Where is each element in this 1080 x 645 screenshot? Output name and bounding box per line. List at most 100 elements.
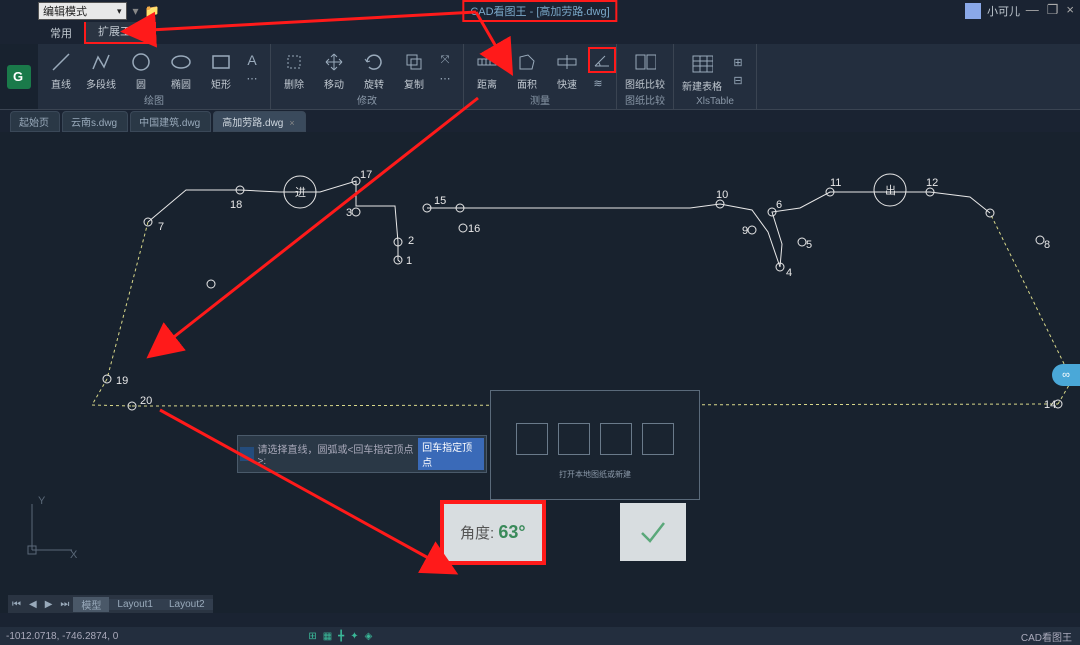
preview-caption: 打开本地图纸或新建: [491, 469, 699, 480]
svg-text:19: 19: [116, 375, 128, 387]
thumb-4[interactable]: [642, 423, 674, 455]
svg-text:12: 12: [926, 177, 938, 189]
tool-quick-measure[interactable]: 快速: [548, 46, 586, 92]
panel-label-xls: XlsTable: [696, 96, 734, 109]
svg-text:10: 10: [716, 189, 728, 201]
svg-text:6: 6: [776, 199, 782, 211]
document-tabs: 起始页 云南s.dwg 中国建筑.dwg 高加劳路.dwg×: [0, 110, 1080, 132]
thumb-3[interactable]: [600, 423, 632, 455]
svg-text:2: 2: [408, 235, 414, 247]
command-prompt: 请选择直线，圆弧或<回车指定顶点>:: [258, 441, 417, 467]
doc-tab-active[interactable]: 高加劳路.dwg×: [213, 111, 305, 132]
thumb-2[interactable]: [558, 423, 590, 455]
angle-result-box: 角度: 63°: [440, 500, 546, 565]
tool-more[interactable]: ⋯: [242, 70, 262, 86]
layout-tab-model[interactable]: 模型: [73, 597, 109, 612]
grid-toggle[interactable]: ▦: [323, 631, 332, 642]
mode-dropdown[interactable]: 编辑模式 ▾: [38, 2, 127, 20]
tool-rotate[interactable]: 旋转: [355, 46, 393, 92]
minimize-button[interactable]: —: [1026, 2, 1039, 18]
status-brand: CAD看图王: [1021, 629, 1072, 644]
angle-icon: [591, 49, 613, 71]
statusbar: -1012.0718, -746.2874, 0 ⊞ ▦ ╋ ✦ ◈ CAD看图…: [0, 627, 1080, 645]
command-input[interactable]: 请选择直线，圆弧或<回车指定顶点>: 回车指定顶点: [237, 435, 487, 473]
avatar: [965, 3, 981, 19]
angle-label: 角度:: [460, 525, 494, 542]
angle-value: 63°: [498, 522, 525, 542]
rotate-icon: [363, 51, 385, 73]
panel-label-modify: 修改: [357, 92, 377, 109]
polar-toggle[interactable]: ✦: [350, 631, 358, 642]
tool-move[interactable]: 移动: [315, 46, 353, 92]
titlebar: 编辑模式 ▾ ▾ 📁 CAD看图王 - [高加劳路.dwg] 小可儿 — ❐ ×: [0, 0, 1080, 22]
close-button[interactable]: ×: [1066, 2, 1074, 18]
close-icon[interactable]: ×: [289, 118, 294, 128]
side-collab-icon[interactable]: ∞: [1052, 364, 1080, 386]
doc-tab-1[interactable]: 云南s.dwg: [62, 111, 128, 132]
user-area[interactable]: 小可儿: [965, 3, 1020, 19]
thumb-1[interactable]: [516, 423, 548, 455]
restore-button[interactable]: ❐: [1047, 2, 1059, 18]
tool-polyline[interactable]: 多段线: [82, 46, 120, 92]
osnap-toggle[interactable]: ◈: [365, 631, 373, 642]
layout-tabs: ⏮ ◀ ▶ ⏭ 模型 Layout1 Layout2: [8, 595, 213, 613]
modify-sm1[interactable]: ⤧: [435, 52, 455, 68]
svg-text:3: 3: [346, 207, 352, 219]
check-icon: [638, 517, 668, 547]
confirm-button[interactable]: [620, 503, 686, 561]
svg-text:9: 9: [742, 225, 748, 237]
xls-sm2[interactable]: ⊟: [728, 72, 748, 88]
command-icon: [240, 447, 254, 461]
layout-last[interactable]: ⏭: [56, 599, 73, 610]
polyline-icon: [90, 51, 112, 73]
status-toggles: ⊞ ▦ ╋ ✦ ◈: [308, 631, 372, 642]
tool-text[interactable]: A: [242, 52, 262, 68]
preview-panel: 打开本地图纸或新建: [490, 390, 700, 500]
rectangle-icon: [210, 51, 232, 73]
tool-circle[interactable]: 圆: [122, 46, 160, 92]
logo-icon: [7, 65, 31, 89]
modify-sm2[interactable]: ⋯: [435, 70, 455, 86]
svg-text:7: 7: [158, 221, 164, 233]
window-controls: — ❐ ×: [1026, 2, 1074, 18]
layout-first[interactable]: ⏮: [8, 599, 25, 610]
panel-modify: 删除 移动 旋转 复制 ⤧ ⋯ 修改: [271, 44, 464, 109]
tool-ellipse[interactable]: 椭圆: [162, 46, 200, 92]
xls-sm1[interactable]: ⊞: [728, 54, 748, 70]
qat-dropdown-icon[interactable]: ▾: [133, 4, 139, 18]
tool-line[interactable]: 直线: [42, 46, 80, 92]
layout-next[interactable]: ▶: [41, 599, 57, 610]
command-hint: 回车指定顶点: [418, 438, 484, 470]
ortho-toggle[interactable]: ╋: [338, 631, 344, 642]
move-icon: [323, 51, 345, 73]
panel-label-compare: 图纸比较: [625, 92, 665, 109]
tool-new-table[interactable]: 新建表格: [678, 46, 726, 96]
panel-label-draw: 绘图: [144, 92, 164, 109]
drawing-canvas[interactable]: 7 18 17 3 1 2 15 16 10 9 4 5 6 11 12 8 1…: [0, 132, 1080, 613]
ribbon-tab-common[interactable]: 常用: [38, 22, 84, 44]
layout-tab-2[interactable]: Layout2: [161, 599, 213, 610]
qat-open-icon[interactable]: 📁: [145, 4, 160, 18]
svg-text:11: 11: [830, 177, 841, 189]
doc-tab-2[interactable]: 中国建筑.dwg: [130, 111, 211, 132]
tool-angle-measure[interactable]: [588, 47, 616, 73]
tool-compare[interactable]: 图纸比较: [621, 46, 669, 92]
tool-copy[interactable]: 复制: [395, 46, 433, 92]
app-logo[interactable]: [0, 44, 38, 109]
measure-sm2[interactable]: ≋: [588, 75, 608, 91]
tool-distance[interactable]: 距离: [468, 46, 506, 92]
tool-rectangle[interactable]: 矩形: [202, 46, 240, 92]
doc-tab-start[interactable]: 起始页: [10, 111, 60, 132]
tool-area[interactable]: 面积: [508, 46, 546, 92]
modify-small-tools: ⤧ ⋯: [435, 46, 459, 92]
snap-toggle[interactable]: ⊞: [308, 631, 316, 642]
layout-tab-1[interactable]: Layout1: [109, 599, 161, 610]
username: 小可儿: [987, 3, 1020, 19]
distance-icon: [476, 51, 498, 73]
tool-erase[interactable]: 删除: [275, 46, 313, 92]
mode-label: 编辑模式: [43, 3, 87, 19]
svg-text:14: 14: [1044, 399, 1056, 411]
table-icon: [691, 53, 713, 75]
layout-prev[interactable]: ◀: [25, 599, 41, 610]
xls-small-tools: ⊞ ⊟: [728, 46, 752, 96]
